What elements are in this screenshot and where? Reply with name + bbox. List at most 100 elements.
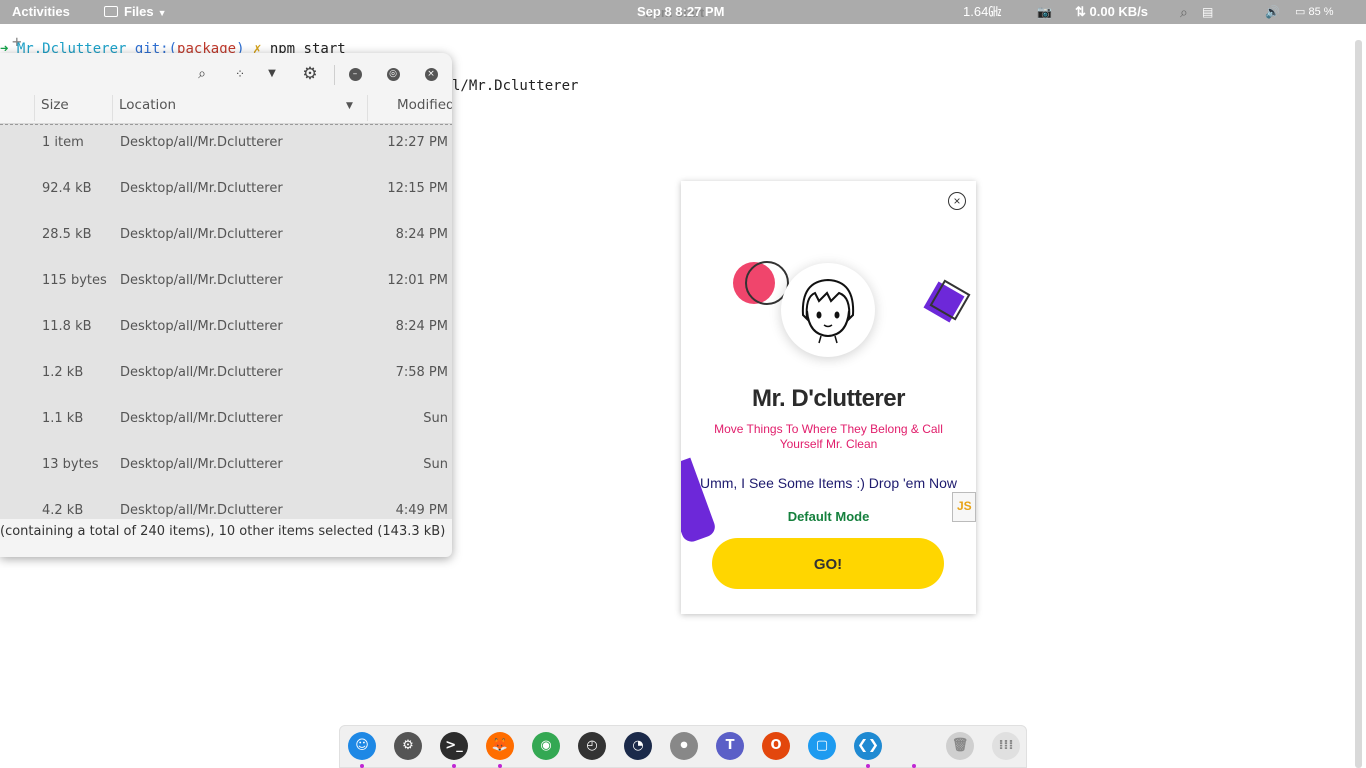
app-title: Mr. D'clutterer (752, 385, 905, 412)
dock-vscode-icon[interactable]: ❮❯ (854, 732, 882, 760)
file-size: 1.1 kB (42, 411, 84, 426)
files-window[interactable]: ⌕ ⁘ ▼ ⚙ – ◎ × Size Location ▼ Modified 1… (0, 53, 452, 557)
file-row[interactable]: 11.8 kB Desktop/all/Mr.Dclutterer 8:24 PM (0, 309, 452, 355)
settings-glyph: ⚙ (402, 738, 414, 753)
maximize-icon: ◎ (386, 67, 400, 81)
app-grid-glyph: ⁞⁞⁞ (998, 738, 1014, 753)
blank-glyph (900, 732, 928, 760)
file-modified: Sun (423, 457, 448, 472)
finder-glyph: ☺ (355, 738, 369, 753)
go-button[interactable]: GO! (712, 538, 944, 589)
terminal-output-line: l/Mr.Dclutterer (452, 78, 579, 94)
file-row[interactable]: 92.4 kB Desktop/all/Mr.Dclutterer 12:15 PM (0, 171, 452, 217)
avatar (781, 263, 875, 357)
dock-finder-icon[interactable]: ☺ (348, 732, 376, 760)
camera-icon[interactable]: 📷 (1037, 0, 1052, 24)
close-button[interactable]: × (420, 63, 442, 85)
file-modified: 12:01 PM (387, 273, 448, 288)
disk-usage-glyph: ◴ (586, 738, 598, 753)
file-row[interactable]: 1.1 kB Desktop/all/Mr.Dclutterer Sun (0, 401, 452, 447)
firefox-glyph: 🦊 (491, 738, 509, 753)
sort-chevron-icon[interactable]: ▼ (346, 95, 353, 117)
activities-button[interactable]: Activities (12, 0, 70, 24)
file-location: Desktop/all/Mr.Dclutterer (120, 227, 283, 242)
drop-zone-prompt[interactable]: Umm, I See Some Items :) Drop 'em Now (681, 475, 976, 491)
chrome-glyph: ◉ (540, 738, 552, 753)
vscode-glyph: ❮❯ (857, 738, 879, 753)
file-modified: 12:27 PM (387, 135, 448, 150)
clock[interactable]: Sep 8 8:27 PM (637, 0, 724, 24)
file-size: 1 item (42, 135, 84, 150)
dock-disk-usage-icon[interactable]: ◴ (578, 732, 606, 760)
file-size: 13 bytes (42, 457, 99, 472)
file-location: Desktop/all/Mr.Dclutterer (120, 457, 283, 472)
calendar-icon[interactable]: ▤ (1202, 0, 1213, 24)
terminal-glyph: >_ (445, 738, 463, 753)
chevron-down-icon: ▼ (157, 8, 167, 18)
files-app-menu[interactable]: Files ▼ (104, 0, 167, 24)
dock-speedometer-icon[interactable]: ◔ (624, 732, 652, 760)
dock-chrome-icon[interactable]: ◉ (532, 732, 560, 760)
close-icon: × (953, 194, 961, 208)
files-header-bar: ⌕ ⁘ ▼ ⚙ – ◎ × (0, 53, 452, 95)
grid-view-icon[interactable]: ⁘ (229, 63, 251, 85)
running-indicator (498, 764, 502, 768)
column-header-size[interactable]: Size (41, 95, 69, 115)
volume-icon[interactable]: 🔊 (1265, 0, 1280, 24)
notes-glyph: ▢ (815, 738, 829, 753)
file-location: Desktop/all/Mr.Dclutterer (120, 181, 283, 196)
dock-app-grid-icon[interactable]: ⁞⁞⁞ (992, 732, 1020, 760)
dock-settings-icon[interactable]: ⚙ (394, 732, 422, 760)
file-size: 28.5 kB (42, 227, 92, 242)
dock-firefox-icon[interactable]: 🦊 (486, 732, 514, 760)
dclutterer-window[interactable]: × Mr. D'clutterer Move Things To Where T… (681, 181, 976, 614)
dock-trash-icon[interactable]: 🗑 (946, 732, 974, 760)
running-indicator (912, 764, 916, 768)
cartoon-face-icon (801, 278, 855, 344)
column-header-location[interactable]: Location (119, 95, 176, 115)
trash-glyph: 🗑 (951, 738, 969, 753)
file-row[interactable]: 115 bytes Desktop/all/Mr.Dclutterer 12:01 … (0, 263, 452, 309)
top-bar: Activities Files ▼ npm start Sep 8 8:27 P… (0, 0, 1366, 24)
dock-notes-icon[interactable]: ▢ (808, 732, 836, 760)
gear-icon[interactable]: ⚙ (299, 63, 321, 85)
battery-percent: 85 % (1308, 6, 1334, 18)
header-separator (334, 65, 335, 85)
close-button[interactable]: × (948, 192, 966, 210)
terminal-scrollbar[interactable] (1355, 40, 1362, 768)
column-header-modified[interactable]: Modified (397, 95, 452, 115)
toggle-glyph: ⏺ (680, 738, 688, 753)
view-options-chevron-icon[interactable]: ▼ (261, 63, 283, 85)
dock-teams-icon[interactable]: T (716, 732, 744, 760)
cpu-frequency[interactable]: 1.64㎓ (963, 0, 1001, 24)
files-menu-label: Files (124, 4, 154, 19)
file-row[interactable]: 13 bytes Desktop/all/Mr.Dclutterer Sun (0, 447, 452, 493)
maximize-button[interactable]: ◎ (382, 63, 404, 85)
file-row[interactable]: 1.2 kB Desktop/all/Mr.Dclutterer 7:58 PM (0, 355, 452, 401)
search-icon[interactable]: ⌕ (1180, 0, 1188, 24)
network-speed[interactable]: ⇅ 0.00 KB/s (1075, 0, 1148, 24)
file-row[interactable]: 1 item Desktop/all/Mr.Dclutterer 12:27 PM (0, 125, 452, 171)
dock-blank-icon[interactable] (900, 732, 928, 760)
minimize-button[interactable]: – (344, 63, 366, 85)
teams-glyph: T (725, 738, 735, 753)
dock-terminal-icon[interactable]: >_ (440, 732, 468, 760)
battery-indicator[interactable]: ▭ 85 % (1295, 0, 1334, 24)
office-glyph: O (770, 738, 782, 753)
minimize-icon: – (348, 67, 362, 81)
dock-office-icon[interactable]: O (762, 732, 790, 760)
column-divider (367, 95, 368, 121)
search-icon[interactable]: ⌕ (191, 63, 213, 85)
file-row[interactable]: 28.5 kB Desktop/all/Mr.Dclutterer 8:24 PM (0, 217, 452, 263)
dock: ☺ ⚙ >_ 🦊 ◉ ◴ ◔ ⏺ T O ▢ ❮❯ 🗑 ⁞⁞⁞ (339, 725, 1027, 768)
dock-toggle-icon[interactable]: ⏺ (670, 732, 698, 760)
column-divider (34, 95, 35, 121)
mode-label[interactable]: Default Mode (681, 509, 976, 524)
app-subtitle: Move Things To Where They Belong & Call … (714, 422, 943, 451)
folder-icon (104, 6, 118, 17)
file-location: Desktop/all/Mr.Dclutterer (120, 135, 283, 150)
file-size: 92.4 kB (42, 181, 92, 196)
file-list[interactable]: 1 item Desktop/all/Mr.Dclutterer 12:27 PM … (0, 124, 452, 525)
running-indicator (360, 764, 364, 768)
column-divider (112, 95, 113, 121)
